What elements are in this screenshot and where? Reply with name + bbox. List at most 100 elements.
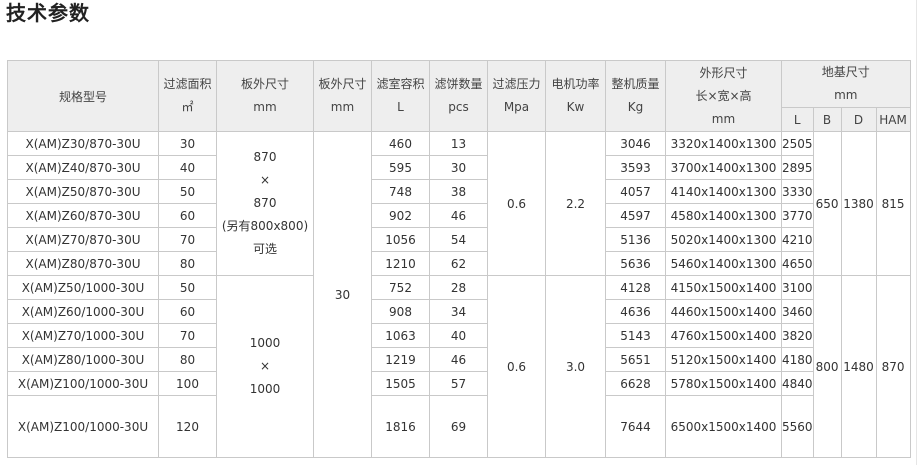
header-found-l: L [781, 107, 814, 132]
cell-found-ham-group1: 815 [875, 131, 911, 276]
cell-weight: 4597 [605, 203, 666, 228]
cell-outline: 3700x1400x1300 [665, 155, 782, 180]
cell-chamber: 1816 [371, 395, 430, 458]
header-outline-dims: 长×宽×高 [695, 88, 752, 103]
cell-chamber: 748 [371, 179, 430, 204]
cell-outline: 4760x1500x1400 [665, 323, 782, 348]
cell-found-l: 3330 [781, 179, 814, 204]
table-row: X(AM)Z50/870-30U 50 748 38 4057 4140x140… [7, 179, 911, 204]
cell-area: 30 [158, 131, 217, 156]
cell-cakes: 34 [429, 299, 488, 324]
cell-outline: 4460x1500x1400 [665, 299, 782, 324]
plate-size-line: 870 [253, 196, 277, 210]
header-plate-thick-label: 板外尺寸 [318, 77, 367, 91]
page-edge-divider [916, 0, 917, 465]
cell-model: X(AM)Z80/1000-30U [7, 347, 159, 372]
cell-weight: 5636 [605, 251, 666, 276]
cell-weight: 3046 [605, 131, 666, 156]
header-area-label: 过滤面积 [163, 77, 212, 91]
header-foundation: 地基尺寸 mm [781, 60, 911, 108]
header-plate-thick: 板外尺寸 mm [313, 60, 372, 132]
header-cakes-unit: pcs [448, 100, 469, 114]
header-chamber: 滤室容积 L [371, 60, 430, 132]
cell-model: X(AM)Z70/1000-30U [7, 323, 159, 348]
cell-weight: 4128 [605, 275, 666, 300]
cell-model: X(AM)Z70/870-30U [7, 227, 159, 252]
header-area: 过滤面积 ㎡ [158, 60, 217, 132]
table-row: X(AM)Z50/1000-30U 50 1000 × 1000 752 28 … [7, 275, 911, 458]
header-plate-size: 板外尺寸 mm [216, 60, 314, 132]
cell-outline: 4580x1400x1300 [665, 203, 782, 228]
header-power-unit: Kw [566, 100, 585, 114]
cell-model: X(AM)Z80/870-30U [7, 251, 159, 276]
table-row: X(AM)Z30/870-30U 30 870 × 870 (另有800x800… [7, 131, 911, 458]
cell-found-l: 3820 [781, 323, 814, 348]
cell-found-d-group2: 1480 [840, 275, 877, 458]
table-row: X(AM)Z70/1000-30U 70 1063 40 5143 4760x1… [7, 323, 911, 348]
cell-area: 120 [158, 395, 217, 458]
plate-size-line: (另有800x800) [221, 219, 309, 233]
table-row: X(AM)Z80/1000-30U 80 1219 46 5651 5120x1… [7, 347, 911, 372]
cell-area: 80 [158, 347, 217, 372]
cell-chamber: 1056 [371, 227, 430, 252]
plate-size-line: 1000 [249, 382, 281, 396]
cell-chamber: 460 [371, 131, 430, 156]
cell-chamber: 908 [371, 299, 430, 324]
cell-found-l: 2895 [781, 155, 814, 180]
cell-found-l: 2505 [781, 131, 814, 156]
cell-weight: 5143 [605, 323, 666, 348]
cell-chamber: 595 [371, 155, 430, 180]
cell-weight: 5651 [605, 347, 666, 372]
table-row: X(AM)Z100/1000-30U 100 1505 57 6628 5780… [7, 371, 911, 396]
header-plate-thick-unit: mm [330, 100, 355, 114]
table-row: X(AM)Z60/1000-30U 60 908 34 4636 4460x15… [7, 299, 911, 324]
header-area-unit: ㎡ [181, 100, 194, 114]
cell-model: X(AM)Z40/870-30U [7, 155, 159, 180]
table-row: X(AM)Z100/1000-30U 120 1816 69 7644 6500… [7, 395, 911, 458]
cell-found-b-group2: 800 [812, 275, 842, 458]
header-pressure-unit: Mpa [503, 100, 530, 114]
header-cakes-label: 滤饼数量 [434, 77, 483, 91]
table-row: X(AM)Z80/870-30U 80 1210 62 5636 5460x14… [7, 251, 911, 276]
cell-weight: 4636 [605, 299, 666, 324]
cell-found-ham-group2: 870 [875, 275, 911, 458]
cell-cakes: 13 [429, 131, 488, 156]
cell-cakes: 38 [429, 179, 488, 204]
cell-model: X(AM)Z100/1000-30U [7, 395, 159, 458]
cell-model: X(AM)Z50/1000-30U [7, 275, 159, 300]
header-weight-unit: Kg [627, 100, 644, 114]
cell-chamber: 1505 [371, 371, 430, 396]
plate-size-line: × [259, 173, 271, 187]
cell-cakes: 30 [429, 155, 488, 180]
cell-pressure-group2: 0.6 [487, 275, 546, 458]
header-found-ham: HAM [875, 107, 911, 132]
cell-found-b-group1: 650 [812, 131, 842, 276]
cell-cakes: 69 [429, 395, 488, 458]
cell-found-l: 3100 [781, 275, 814, 300]
plate-size-line: 870 [253, 150, 277, 164]
cell-weight: 5136 [605, 227, 666, 252]
cell-plate-size-group1: 870 × 870 (另有800x800) 可选 [216, 131, 314, 276]
cell-chamber: 902 [371, 203, 430, 228]
cell-area: 70 [158, 227, 217, 252]
cell-cakes: 28 [429, 275, 488, 300]
cell-chamber: 752 [371, 275, 430, 300]
cell-found-d-group1: 1380 [840, 131, 877, 276]
header-chamber-label: 滤室容积 [376, 77, 425, 91]
cell-found-l: 4180 [781, 347, 814, 372]
cell-outline: 5020x1400x1300 [665, 227, 782, 252]
cell-found-l: 5560 [781, 395, 814, 458]
header-power: 电机功率 Kw [545, 60, 606, 132]
header-foundation-unit: mm [834, 88, 858, 102]
cell-cakes: 57 [429, 371, 488, 396]
plate-size-line: 1000 [249, 336, 281, 350]
cell-area: 40 [158, 155, 217, 180]
cell-model: X(AM)Z60/1000-30U [7, 299, 159, 324]
cell-chamber: 1063 [371, 323, 430, 348]
cell-weight: 3593 [605, 155, 666, 180]
cell-outline: 4150x1500x1400 [665, 275, 782, 300]
plate-size-line: × [259, 359, 271, 373]
cell-outline: 5460x1400x1300 [665, 251, 782, 276]
cell-model: X(AM)Z100/1000-30U [7, 371, 159, 396]
cell-found-l: 3460 [781, 299, 814, 324]
